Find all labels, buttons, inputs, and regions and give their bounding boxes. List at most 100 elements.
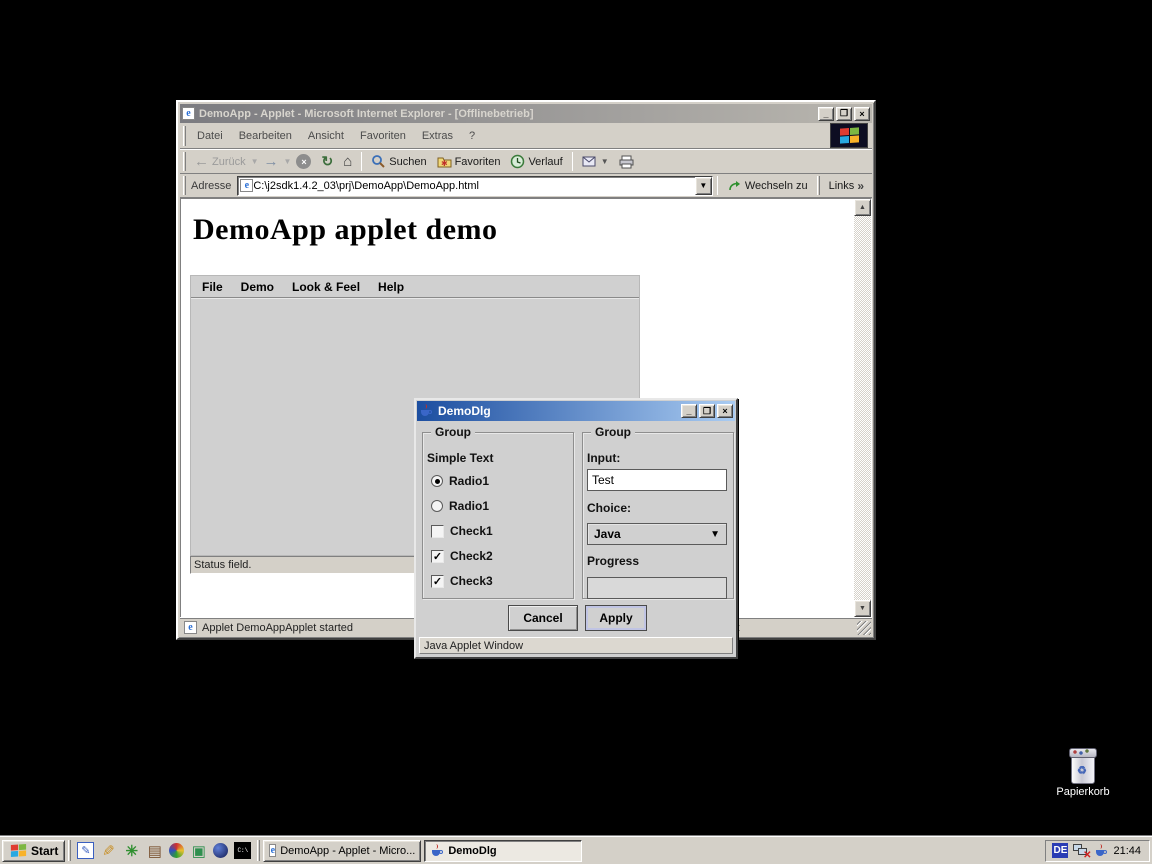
scroll-up-icon[interactable]: ▲: [854, 199, 871, 216]
check3-label: Check3: [450, 574, 493, 588]
menubar-grip[interactable]: [183, 126, 186, 146]
back-button[interactable]: ← Zurück: [189, 153, 251, 171]
choice-label: Choice:: [587, 501, 631, 515]
links-chevron-icon[interactable]: »: [857, 179, 864, 193]
recycle-bin-desktop-icon[interactable]: ♻ Papierkorb: [1046, 748, 1120, 798]
home-button[interactable]: ⌂: [338, 151, 357, 172]
scroll-down-icon[interactable]: ▼: [854, 600, 871, 617]
tasks-grip[interactable]: [257, 840, 260, 862]
checkbox-unchecked-icon[interactable]: ✓: [431, 525, 444, 538]
favorites-button[interactable]: ✱ Favoriten: [432, 152, 506, 171]
menu-bearbeiten[interactable]: Bearbeiten: [231, 127, 300, 145]
radio2-option[interactable]: Radio1: [431, 499, 489, 513]
start-button[interactable]: Start: [2, 840, 65, 862]
task-button-demodlg[interactable]: DemoDlg: [424, 840, 582, 862]
check2-option[interactable]: ✓ Check2: [431, 549, 493, 563]
applet-menu-lookfeel[interactable]: Look & Feel: [283, 280, 369, 294]
links-bar[interactable]: Links »: [823, 179, 870, 193]
combo-arrow-icon[interactable]: ▼: [710, 529, 720, 540]
radio1-label: Radio1: [449, 474, 489, 488]
radio1-option[interactable]: Radio1: [431, 474, 489, 488]
task-button-demoapp[interactable]: e DemoApp - Applet - Micro...: [263, 840, 421, 862]
ie-menubar: Datei Bearbeiten Ansicht Favoriten Extra…: [180, 123, 872, 149]
address-label: Adresse: [191, 180, 231, 192]
mail-dropdown-icon[interactable]: ▼: [601, 157, 609, 166]
applet-menu-file[interactable]: File: [193, 280, 232, 294]
ie-titlebar[interactable]: e DemoApp - Applet - Microsoft Internet …: [180, 104, 872, 123]
menu-extras[interactable]: Extras: [414, 127, 461, 145]
sign-pen-icon[interactable]: ✎: [100, 842, 117, 859]
tray-clock[interactable]: 21:44: [1113, 845, 1141, 857]
mail-button[interactable]: ▼: [577, 153, 614, 170]
resize-grip[interactable]: [857, 621, 871, 635]
input-field[interactable]: [587, 469, 727, 491]
search-button[interactable]: Suchen: [366, 152, 431, 171]
applet-menu-help[interactable]: Help: [369, 280, 413, 294]
address-dropdown-icon[interactable]: ▼: [695, 177, 712, 195]
addressbar-grip[interactable]: [183, 176, 186, 194]
mail-icon: [582, 155, 598, 168]
back-dropdown-icon[interactable]: ▼: [251, 157, 259, 166]
windows-flag-icon: [840, 127, 859, 143]
check3-option[interactable]: ✓ Check3: [431, 574, 493, 588]
forward-button[interactable]: →: [259, 153, 284, 171]
search-label: Suchen: [389, 156, 426, 168]
close-button[interactable]: ×: [854, 107, 870, 121]
history-button[interactable]: Verlauf: [505, 152, 567, 171]
recycle-bin-icon: ♻: [1068, 748, 1098, 784]
dialog-minimize-button[interactable]: _: [681, 404, 697, 418]
color-wheel-icon[interactable]: [169, 843, 184, 858]
task-java-cup-icon: [430, 844, 444, 858]
green-burst-icon[interactable]: ✳: [123, 842, 140, 859]
address-input[interactable]: [253, 178, 694, 194]
menu-ansicht[interactable]: Ansicht: [300, 127, 352, 145]
choice-value: Java: [594, 527, 710, 541]
dialog-close-button[interactable]: ×: [717, 404, 733, 418]
checkbox-checked-icon[interactable]: ✓: [431, 550, 444, 563]
refresh-button[interactable]: ↻: [316, 151, 338, 172]
quicklaunch-grip[interactable]: [68, 840, 71, 862]
tray-java-cup-icon[interactable]: [1094, 844, 1108, 858]
forward-dropdown-icon[interactable]: ▼: [284, 157, 292, 166]
menu-datei[interactable]: Datei: [189, 127, 231, 145]
language-indicator[interactable]: DE: [1052, 843, 1068, 858]
choice-combobox[interactable]: Java ▼: [587, 523, 727, 545]
ie-addressbar: Adresse e ▼ Wechseln zu Links »: [180, 174, 872, 198]
input-label: Input:: [587, 451, 620, 465]
forward-arrow-icon: →: [264, 155, 279, 169]
menu-favoriten[interactable]: Favoriten: [352, 127, 414, 145]
toolbar-grip[interactable]: [183, 152, 186, 170]
green-monitor-icon[interactable]: ▣: [190, 842, 207, 859]
menu-help[interactable]: ?: [461, 127, 483, 145]
address-field[interactable]: e ▼: [237, 176, 712, 196]
maximize-button[interactable]: ❐: [836, 107, 852, 121]
taskbar: Start ✎ ✎ ✳ ▤ ▣ C:\ e DemoApp - Applet -…: [0, 836, 1152, 864]
back-arrow-icon: ←: [194, 155, 209, 169]
apply-button[interactable]: Apply: [585, 605, 647, 631]
check1-option[interactable]: ✓ Check1: [431, 524, 493, 538]
radio-selected-icon[interactable]: [431, 475, 443, 487]
search-icon: [371, 154, 386, 169]
applet-menu-demo[interactable]: Demo: [232, 280, 283, 294]
document-edit-icon[interactable]: ✎: [77, 842, 94, 859]
favorites-label: Favoriten: [455, 156, 501, 168]
links-grip[interactable]: [817, 176, 820, 194]
status-message: Applet DemoAppApplet started: [202, 622, 353, 634]
address-book-icon[interactable]: ▤: [146, 842, 163, 859]
checkbox-checked-icon-2[interactable]: ✓: [431, 575, 444, 588]
radio-unselected-icon[interactable]: [431, 500, 443, 512]
minimize-button[interactable]: _: [818, 107, 834, 121]
java-cup-icon: [419, 404, 433, 418]
dialog-title: DemoDlg: [438, 404, 679, 418]
stop-button[interactable]: ×: [291, 152, 316, 171]
print-button[interactable]: [614, 153, 640, 171]
cancel-button[interactable]: Cancel: [508, 605, 578, 631]
dos-prompt-icon[interactable]: C:\: [234, 842, 251, 859]
task-ie-icon: e: [269, 844, 276, 857]
dialog-maximize-button[interactable]: ❐: [699, 404, 715, 418]
vertical-scrollbar[interactable]: ▲ ▼: [854, 199, 871, 617]
blue-globe-icon[interactable]: [213, 843, 228, 858]
go-button[interactable]: Wechseln zu: [722, 179, 814, 192]
dialog-titlebar[interactable]: DemoDlg _ ❐ ×: [417, 401, 735, 421]
network-disconnected-icon[interactable]: ✕: [1073, 844, 1089, 858]
